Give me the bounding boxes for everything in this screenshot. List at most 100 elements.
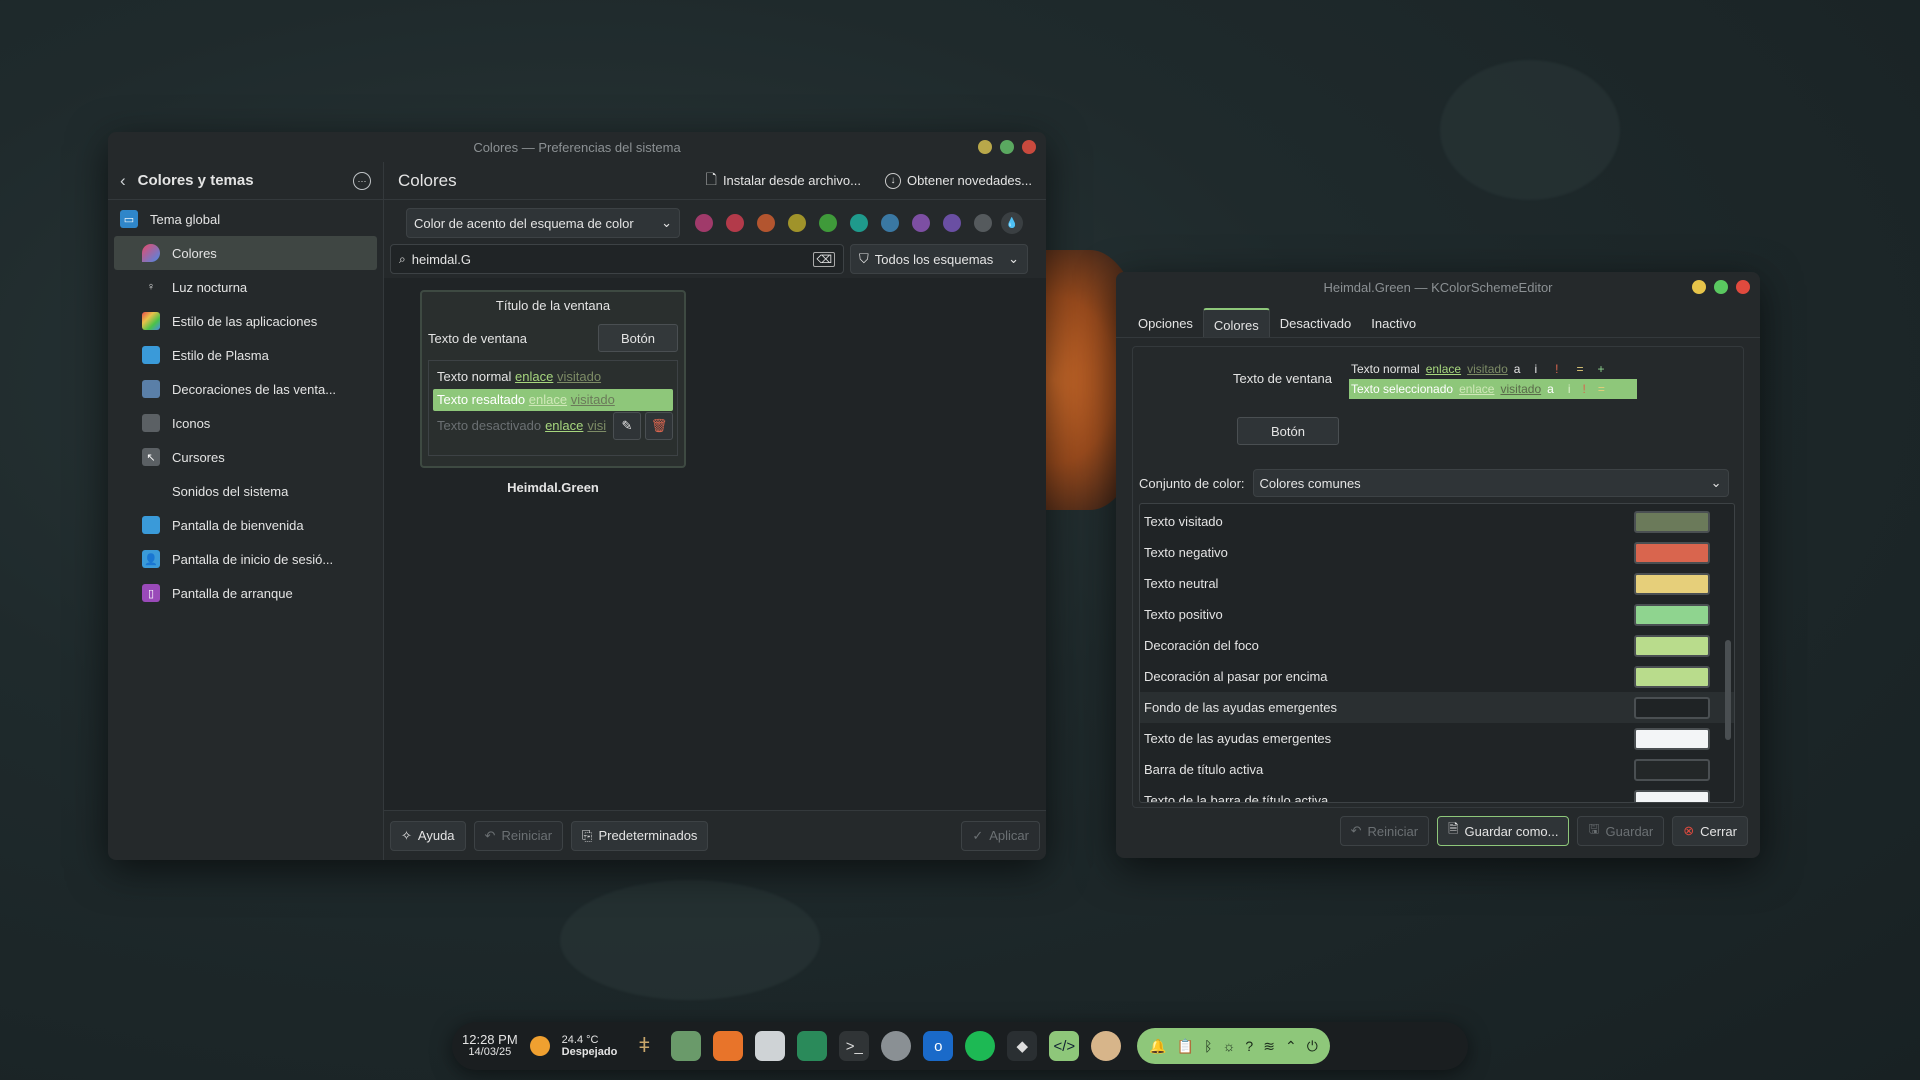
color-row[interactable]: Texto de las ayudas emergentes <box>1140 723 1734 754</box>
color-row[interactable]: Texto neutral <box>1140 568 1734 599</box>
color-row[interactable]: Texto negativo <box>1140 537 1734 568</box>
power-icon[interactable]: ⏻ <box>1307 1038 1318 1055</box>
color-swatch-button[interactable] <box>1634 789 1710 802</box>
close-button[interactable] <box>1736 280 1750 294</box>
tab-options[interactable]: Opciones <box>1128 308 1203 337</box>
tab-disabled[interactable]: Desactivado <box>1270 308 1362 337</box>
app-store-icon[interactable] <box>755 1031 786 1061</box>
settings-gear-icon[interactable] <box>881 1031 912 1061</box>
color-swatch-button[interactable] <box>1634 510 1710 533</box>
outlook-icon[interactable]: o <box>923 1031 954 1061</box>
bluetooth-icon[interactable]: ᛒ <box>1204 1038 1212 1054</box>
sidebar-back-label[interactable]: Colores y temas <box>138 172 341 189</box>
wifi-icon[interactable]: ≋ <box>1263 1038 1275 1055</box>
sidebar-item-app-style[interactable]: Estilo de las aplicaciones <box>108 304 383 338</box>
maximize-button[interactable] <box>1000 140 1014 154</box>
file-manager-icon[interactable] <box>671 1031 702 1061</box>
color-row[interactable]: Fondo de las ayudas emergentes <box>1140 692 1734 723</box>
sidebar-item-system-sounds[interactable]: Sonidos del sistema <box>108 474 383 508</box>
tab-colors[interactable]: Colores <box>1202 308 1270 337</box>
save-as-button[interactable]: 🗎 Guardar como... <box>1437 816 1570 846</box>
sidebar-item-colors[interactable]: Colores <box>114 236 377 270</box>
edit-scheme-button[interactable]: ✎ <box>613 412 641 440</box>
scrollbar[interactable] <box>1725 640 1731 740</box>
more-options-icon[interactable]: ··· <box>353 171 371 190</box>
apply-button[interactable]: ✓ Aplicar <box>961 820 1040 851</box>
clock[interactable]: 12:28 PM 14/03/25 <box>462 1033 518 1058</box>
color-swatch-button[interactable] <box>1634 758 1710 781</box>
accent-swatch[interactable] <box>881 214 899 232</box>
install-from-file-button[interactable]: 🗋 Instalar desde archivo... <box>706 169 861 193</box>
accent-swatch[interactable] <box>819 214 837 232</box>
color-row[interactable]: Barra de título activa <box>1140 754 1734 785</box>
accent-swatch[interactable] <box>757 214 775 232</box>
save-button[interactable]: 🖫 Guardar <box>1577 816 1665 846</box>
sidebar-item-cursors[interactable]: ↖ Cursores <box>108 440 383 474</box>
color-swatch-button[interactable] <box>1634 634 1710 657</box>
accent-swatch[interactable] <box>974 214 992 232</box>
notification-bell-icon[interactable]: 🔔 <box>1149 1038 1166 1055</box>
editor-reset-button[interactable]: ↶ Reiniciar <box>1339 816 1430 846</box>
preview-window-text: Texto de ventana <box>428 330 528 346</box>
maximize-button[interactable] <box>1714 280 1728 294</box>
search-input[interactable]: heimdal.G <box>412 252 808 267</box>
color-swatch-button[interactable] <box>1634 572 1710 595</box>
sidebar-item-plasma-style[interactable]: Estilo de Plasma <box>108 338 383 372</box>
code-editor-icon[interactable]: </> <box>1049 1031 1080 1061</box>
color-swatch-button[interactable] <box>1634 603 1710 626</box>
feather-app-icon[interactable] <box>1091 1031 1122 1061</box>
sidebar-item-icons[interactable]: Iconos <box>108 406 383 440</box>
color-row[interactable]: Texto visitado <box>1140 506 1734 537</box>
sidebar-item-login-screen[interactable]: 👤 Pantalla de inicio de sesió... <box>108 542 383 576</box>
delete-scheme-button[interactable]: 🗑 <box>645 412 673 440</box>
kde-launcher-icon[interactable]: ǂ <box>629 1031 659 1061</box>
color-row[interactable]: Texto de la barra de título activa <box>1140 785 1734 802</box>
sidebar-item-global-theme[interactable]: ▭ Tema global <box>108 202 383 236</box>
color-swatch-button[interactable] <box>1634 665 1710 688</box>
reset-button[interactable]: ↶ Reiniciar <box>473 820 564 851</box>
clipboard-icon[interactable]: 📋 <box>1177 1038 1194 1055</box>
color-row[interactable]: Texto positivo <box>1140 599 1734 630</box>
accent-color-dropdown[interactable]: Color de acento del esquema de color ⌄ <box>406 208 680 238</box>
color-swatch-button[interactable] <box>1634 696 1710 719</box>
tab-inactive[interactable]: Inactivo <box>1361 308 1426 337</box>
sidebar-item-splash-screen[interactable]: Pantalla de bienvenida <box>108 508 383 542</box>
help-button[interactable]: ✧ Ayuda <box>390 820 466 851</box>
accent-swatch[interactable] <box>943 214 961 232</box>
sidebar-item-window-decorations[interactable]: Decoraciones de las venta... <box>108 372 383 406</box>
defaults-button[interactable]: ⎘ Predeterminados <box>571 820 709 851</box>
color-swatch-button[interactable] <box>1634 727 1710 750</box>
color-swatch-button[interactable] <box>1634 541 1710 564</box>
tray-expand-icon[interactable]: ⌃ <box>1285 1038 1297 1055</box>
color-scheme-card[interactable]: Título de la ventana Texto de ventana Bo… <box>420 290 686 468</box>
color-set-dropdown[interactable]: Colores comunes ⌄ <box>1252 469 1729 497</box>
steam-icon[interactable]: ◆ <box>1007 1031 1038 1061</box>
firefox-icon[interactable] <box>713 1031 744 1061</box>
close-button[interactable] <box>1022 140 1036 154</box>
clear-search-icon[interactable]: ⌫ <box>813 251 835 267</box>
editor-close-button[interactable]: ⊗ Cerrar <box>1672 816 1748 846</box>
minimize-button[interactable] <box>1692 280 1706 294</box>
get-new-button[interactable]: ↓ Obtener novedades... <box>884 172 1032 189</box>
color-row[interactable]: Decoración al pasar por encima <box>1140 661 1734 692</box>
terminal-icon[interactable]: >_ <box>839 1031 870 1061</box>
spotify-icon[interactable] <box>965 1031 996 1061</box>
color-set-value: Colores comunes <box>1259 475 1361 491</box>
accent-swatch[interactable] <box>788 214 806 232</box>
accent-swatch[interactable] <box>912 214 930 232</box>
scheme-filter-dropdown[interactable]: ⛉ Todos los esquemas ⌄ <box>850 244 1028 274</box>
custom-color-picker-icon[interactable]: 💧 <box>1001 212 1023 234</box>
accent-swatch[interactable] <box>695 214 713 232</box>
back-arrow-icon[interactable]: ‹ <box>120 171 126 191</box>
weather-widget[interactable]: 24.4 °C Despejado <box>562 1034 618 1058</box>
accent-swatch[interactable] <box>726 214 744 232</box>
help-circle-icon[interactable]: ? <box>1245 1038 1253 1054</box>
accent-swatch[interactable] <box>850 214 868 232</box>
minimize-button[interactable] <box>978 140 992 154</box>
sidebar-item-boot-screen[interactable]: ▯ Pantalla de arranque <box>108 576 383 610</box>
color-row[interactable]: Decoración del foco <box>1140 630 1734 661</box>
search-field[interactable]: ⌕ heimdal.G ⌫ <box>390 244 844 274</box>
sidebar-item-night-light[interactable]: ♀ Luz nocturna <box>108 270 383 304</box>
image-viewer-icon[interactable] <box>797 1031 828 1061</box>
brightness-icon[interactable]: ☼ <box>1223 1038 1236 1054</box>
